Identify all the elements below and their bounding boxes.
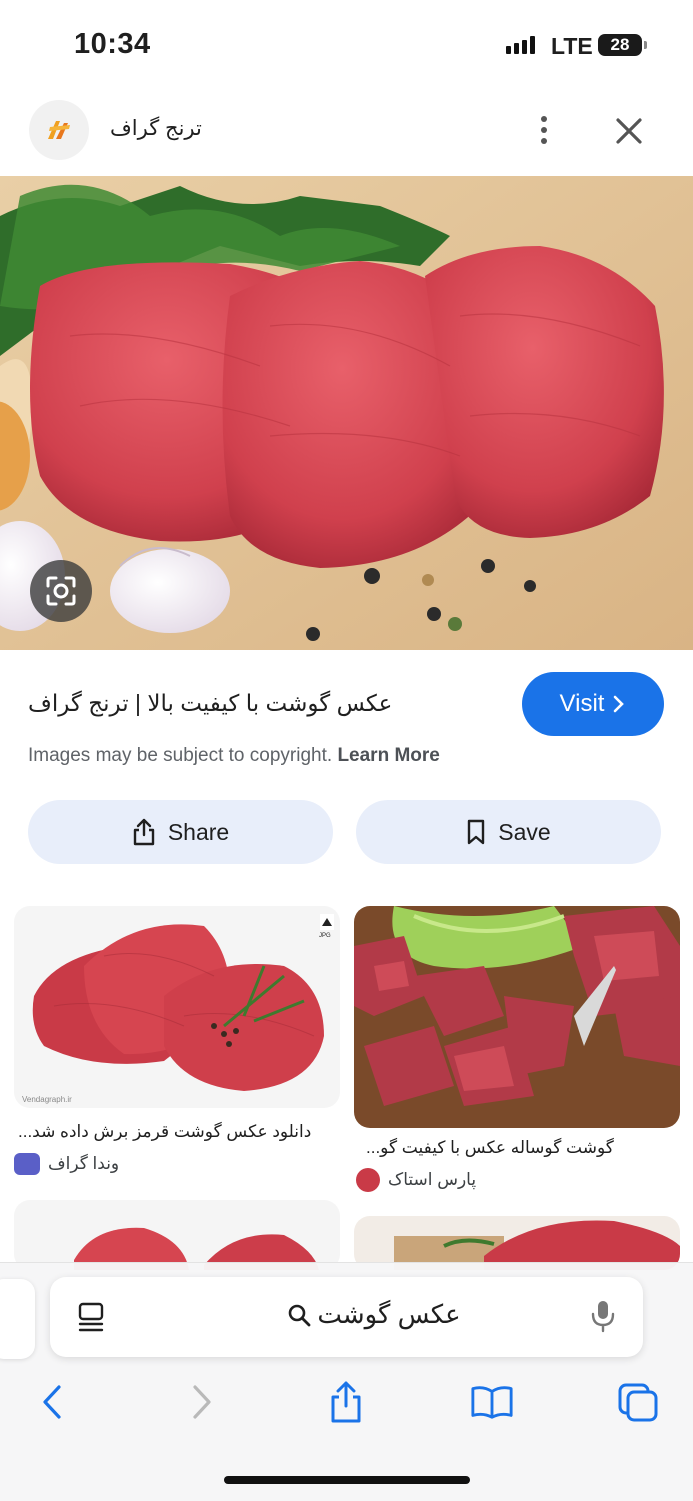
related-veal-photo <box>354 906 680 1128</box>
search-icon <box>289 1304 311 1326</box>
source-logo-icon <box>14 1153 40 1175</box>
related-source[interactable]: پارس استاک <box>356 1168 476 1192</box>
forward-icon[interactable] <box>180 1380 224 1424</box>
copyright-text: Images may be subject to copyright. <box>28 745 333 766</box>
related-image-card[interactable]: Vendagraph.ir JPG <box>14 906 340 1108</box>
more-vert-icon[interactable] <box>528 110 560 150</box>
site-name[interactable]: ترنج گراف <box>110 116 202 141</box>
related-meat-photo: Vendagraph.ir JPG <box>14 906 340 1108</box>
home-indicator <box>224 1476 470 1484</box>
bookmark-icon <box>468 819 485 845</box>
source-name: وندا گراف <box>48 1154 120 1173</box>
learn-more-link[interactable]: Learn More <box>337 745 439 766</box>
address-bar[interactable]: عکس گوشت <box>50 1277 643 1357</box>
card-watermark: Vendagraph.ir <box>22 1095 72 1104</box>
save-button[interactable]: Save <box>356 800 661 864</box>
address-query[interactable]: عکس گوشت <box>254 1299 494 1330</box>
source-name: پارس استاک <box>388 1170 477 1189</box>
chevron-right-icon <box>614 695 625 713</box>
tabs-icon[interactable] <box>616 1380 660 1424</box>
back-icon[interactable] <box>30 1380 74 1424</box>
signal-icon <box>506 36 535 54</box>
previous-tab-preview[interactable] <box>0 1279 35 1359</box>
share-button[interactable]: Share <box>28 800 333 864</box>
share-icon <box>133 818 155 846</box>
result-title[interactable]: عکس گوشت با کیفیت بالا | ترنج گراف <box>28 690 392 717</box>
bookmarks-icon[interactable] <box>470 1380 514 1424</box>
reader-icon[interactable] <box>76 1301 106 1333</box>
related-caption[interactable]: دانلود عکس گوشت قرمز برش داده شد... <box>18 1122 311 1142</box>
site-logo[interactable] <box>29 100 89 160</box>
card-badge: JPG <box>319 933 331 939</box>
related-caption[interactable]: گوشت گوساله عکس با کیفیت گو... <box>366 1138 614 1158</box>
related-image-card[interactable] <box>354 906 680 1128</box>
battery-tip <box>644 41 647 49</box>
battery-icon: 28 <box>598 34 642 56</box>
mic-icon[interactable] <box>590 1299 616 1333</box>
related-source[interactable]: وندا گراف <box>14 1153 119 1175</box>
visit-label: Visit <box>559 690 605 717</box>
related-meat-photo-partial <box>74 1227 319 1270</box>
share-label: Share <box>167 818 230 845</box>
copyright-notice: Images may be subject to copyright. Lear… <box>28 745 440 767</box>
source-logo-icon <box>356 1168 380 1192</box>
close-icon[interactable] <box>608 110 650 152</box>
status-bar: 10:34 LTE 28 <box>0 0 693 92</box>
lens-icon[interactable] <box>30 560 92 622</box>
related-image-card[interactable] <box>14 1200 340 1270</box>
query-text: عکس گوشت <box>317 1299 461 1329</box>
save-label: Save <box>498 818 551 845</box>
site-logo-icon <box>48 121 70 139</box>
visit-button[interactable]: Visit <box>522 672 664 736</box>
network-type: LTE <box>551 33 593 59</box>
main-image[interactable] <box>0 176 693 650</box>
status-time: 10:34 <box>74 28 151 60</box>
result-header: ترنج گراف <box>0 92 693 176</box>
share-sheet-icon[interactable] <box>324 1380 368 1424</box>
meat-steaks-photo <box>0 176 693 650</box>
